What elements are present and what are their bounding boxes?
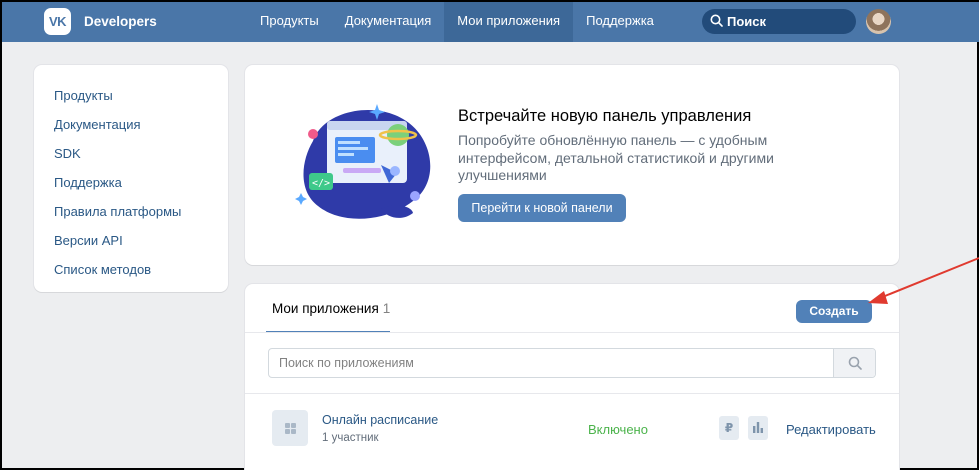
tab-my-apps-label: Мои приложения [272, 301, 379, 316]
promo-description: Попробуйте обновлённую панель — с удобны… [458, 132, 774, 183]
apps-search-placeholder: Поиск по приложениям [279, 356, 414, 370]
tab-divider [245, 332, 899, 333]
search-label: Поиск [727, 14, 767, 29]
tab-my-apps[interactable]: Мои приложения 1 [272, 301, 390, 316]
sidebar-item-platform-rules[interactable]: Правила платформы [34, 197, 228, 226]
brand-name[interactable]: Developers [84, 14, 157, 29]
sidebar-item-products[interactable]: Продукты [34, 81, 228, 110]
list-divider [245, 393, 899, 394]
tab-my-apps-count: 1 [382, 301, 391, 316]
create-app-button[interactable]: Создать [796, 300, 872, 323]
nav-my-apps[interactable]: Мои приложения [444, 2, 574, 42]
search-icon [710, 14, 723, 27]
sidebar: Продукты Документация SDK Поддержка Прав… [34, 65, 228, 292]
dashboard-illustration: </> [295, 104, 431, 219]
my-apps-panel: Мои приложения 1 Создать Поиск по приложе… [245, 284, 899, 470]
app-placeholder-icon[interactable] [272, 410, 308, 446]
search-icon [848, 356, 862, 370]
payments-icon[interactable]: ₽ [719, 416, 739, 440]
header-search[interactable]: Поиск [702, 9, 856, 34]
apps-search-field[interactable]: Поиск по приложениям [268, 348, 876, 378]
sidebar-item-support[interactable]: Поддержка [34, 168, 228, 197]
sidebar-item-documentation[interactable]: Документация [34, 110, 228, 139]
vk-logo[interactable]: VK [44, 8, 71, 35]
promo-title: Встречайте новую панель управления [458, 107, 752, 125]
sidebar-item-sdk[interactable]: SDK [34, 139, 228, 168]
top-navigation-bar: VK Developers Продукты Документация Мои … [2, 2, 979, 42]
new-dashboard-promo: </> Встречайте новую панель управления П… [245, 65, 899, 265]
edit-app-link[interactable]: Редактировать [786, 422, 876, 437]
nav-support[interactable]: Поддержка [573, 2, 667, 42]
go-to-new-panel-button[interactable]: Перейти к новой панели [458, 194, 626, 222]
app-name-link[interactable]: Онлайн расписание [322, 413, 438, 427]
main-nav: Продукты Документация Мои приложения Под… [247, 2, 667, 42]
stats-icon[interactable] [748, 416, 768, 440]
apps-search-button[interactable] [833, 349, 875, 377]
app-status: Включено [588, 422, 648, 437]
user-avatar[interactable] [866, 9, 891, 34]
sidebar-item-methods-list[interactable]: Список методов [34, 255, 228, 284]
code-tag-label: </> [312, 178, 330, 189]
nav-documentation[interactable]: Документация [332, 2, 445, 42]
nav-products[interactable]: Продукты [247, 2, 332, 42]
app-members-count: 1 участник [322, 432, 379, 444]
sidebar-item-api-versions[interactable]: Версии API [34, 226, 228, 255]
